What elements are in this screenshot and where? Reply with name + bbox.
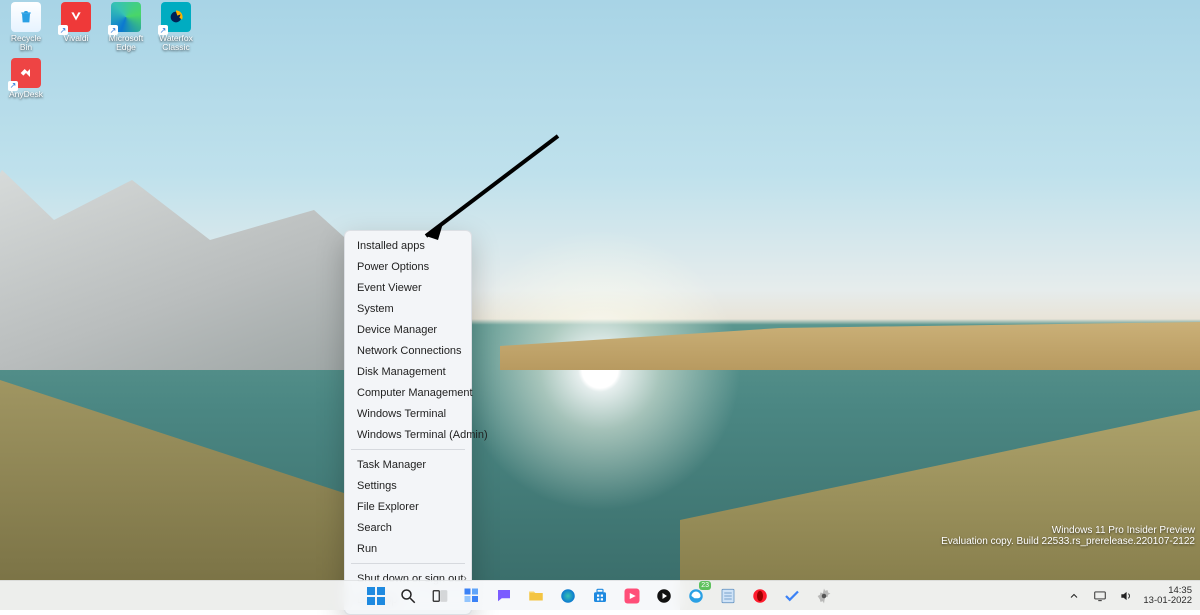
- menu-label: Power Options: [357, 261, 429, 273]
- widgets-button[interactable]: [460, 584, 484, 608]
- menu-settings[interactable]: Settings: [345, 475, 471, 496]
- clipchamp-icon: [623, 587, 641, 605]
- chat-button[interactable]: [492, 584, 516, 608]
- watermark-line2: Evaluation copy. Build 22533.rs_prerelea…: [941, 536, 1195, 547]
- chat-icon: [495, 587, 513, 605]
- anydesk-icon[interactable]: ↗ AnyDesk: [4, 58, 48, 99]
- todo-button[interactable]: [780, 584, 804, 608]
- desktop-icons: Recycle Bin ↗ AnyDesk ↗ Vivaldi ↗ Micros…: [4, 2, 198, 99]
- menu-event-viewer[interactable]: Event Viewer: [345, 277, 471, 298]
- menu-file-explorer[interactable]: File Explorer: [345, 496, 471, 517]
- menu-label: Disk Management: [357, 366, 446, 378]
- start-button[interactable]: [364, 584, 388, 608]
- watermark-line1: Windows 11 Pro Insider Preview: [941, 525, 1195, 536]
- menu-system[interactable]: System: [345, 298, 471, 319]
- menu-label: Computer Management: [357, 387, 473, 399]
- tray-volume-button[interactable]: [1117, 587, 1135, 605]
- menu-label: Search: [357, 522, 392, 534]
- anydesk-label: AnyDesk: [9, 90, 43, 99]
- tray-network-button[interactable]: [1091, 587, 1109, 605]
- vivaldi-glyph-icon: [69, 10, 83, 24]
- menu-label: Device Manager: [357, 324, 437, 336]
- menu-device-manager[interactable]: Device Manager: [345, 319, 471, 340]
- menu-label: Run: [357, 543, 377, 555]
- windows-watermark: Windows 11 Pro Insider Preview Evaluatio…: [941, 525, 1195, 547]
- menu-label: Windows Terminal: [357, 408, 446, 420]
- winx-context-menu: Installed apps Power Options Event Viewe…: [344, 230, 472, 615]
- play-circle-icon: [655, 587, 673, 605]
- vivaldi-icon[interactable]: ↗ Vivaldi: [54, 2, 98, 43]
- edge-taskbar-button[interactable]: [556, 584, 580, 608]
- taskbar-clock[interactable]: 14:35 13-01-2022: [1143, 586, 1192, 606]
- edge-badge: 23: [699, 581, 711, 590]
- task-view-icon: [431, 587, 449, 605]
- windows-logo-icon: [367, 587, 385, 605]
- menu-label: Event Viewer: [357, 282, 422, 294]
- search-button[interactable]: [396, 584, 420, 608]
- settings-button[interactable]: [812, 584, 836, 608]
- menu-network-connections[interactable]: Network Connections: [345, 340, 471, 361]
- waterfox-label: Waterfox Classic: [154, 34, 198, 52]
- waterfox-icon[interactable]: ↗ Waterfox Classic: [154, 2, 198, 52]
- taskbar: 23 14:35 13-01-2022: [0, 580, 1200, 610]
- clock-date: 13-01-2022: [1143, 596, 1192, 606]
- menu-label: Task Manager: [357, 459, 426, 471]
- store-button[interactable]: [588, 584, 612, 608]
- gear-icon: [815, 587, 833, 605]
- menu-separator: [351, 449, 465, 450]
- opera-icon: [751, 587, 769, 605]
- taskbar-center: 23: [364, 584, 836, 608]
- search-icon: [399, 587, 417, 605]
- store-icon: [591, 587, 609, 605]
- recycle-bin-label: Recycle Bin: [4, 34, 48, 52]
- menu-installed-apps[interactable]: Installed apps: [345, 235, 471, 256]
- media-player-button[interactable]: [652, 584, 676, 608]
- menu-separator: [351, 563, 465, 564]
- menu-label: System: [357, 303, 394, 315]
- desktop-wallpaper[interactable]: Recycle Bin ↗ AnyDesk ↗ Vivaldi ↗ Micros…: [0, 0, 1200, 580]
- menu-disk-management[interactable]: Disk Management: [345, 361, 471, 382]
- vivaldi-label: Vivaldi: [64, 34, 89, 43]
- anydesk-glyph-icon: [18, 65, 34, 81]
- check-icon: [783, 587, 801, 605]
- trash-icon: [18, 9, 34, 25]
- widgets-icon: [463, 587, 481, 605]
- menu-search[interactable]: Search: [345, 517, 471, 538]
- menu-label: Windows Terminal (Admin): [357, 429, 488, 441]
- tray-chevron-button[interactable]: [1065, 587, 1083, 605]
- task-view-button[interactable]: [428, 584, 452, 608]
- notepad-button[interactable]: [716, 584, 740, 608]
- clipchamp-button[interactable]: [620, 584, 644, 608]
- clock-time: 14:35: [1143, 586, 1192, 596]
- menu-label: Settings: [357, 480, 397, 492]
- menu-task-manager[interactable]: Task Manager: [345, 454, 471, 475]
- edge-label: Microsoft Edge: [104, 34, 148, 52]
- menu-windows-terminal-admin[interactable]: Windows Terminal (Admin): [345, 424, 471, 445]
- menu-label: Network Connections: [357, 345, 462, 357]
- wallpaper-shore: [500, 310, 1200, 370]
- chevron-up-icon: [1068, 590, 1080, 602]
- folder-icon: [527, 587, 545, 605]
- file-explorer-button[interactable]: [524, 584, 548, 608]
- monitor-icon: [1093, 589, 1107, 603]
- menu-label: File Explorer: [357, 501, 419, 513]
- menu-windows-terminal[interactable]: Windows Terminal: [345, 403, 471, 424]
- notepad-icon: [719, 587, 737, 605]
- menu-run[interactable]: Run: [345, 538, 471, 559]
- menu-label: Installed apps: [357, 240, 425, 252]
- edge-taskbar-icon: [559, 587, 577, 605]
- recycle-bin-icon[interactable]: Recycle Bin: [4, 2, 48, 52]
- menu-computer-management[interactable]: Computer Management: [345, 382, 471, 403]
- opera-button[interactable]: [748, 584, 772, 608]
- system-tray: 14:35 13-01-2022: [1065, 586, 1200, 606]
- edge-icon[interactable]: ↗ Microsoft Edge: [104, 2, 148, 52]
- edge-beta-button[interactable]: 23: [684, 584, 708, 608]
- menu-power-options[interactable]: Power Options: [345, 256, 471, 277]
- waterfox-glyph-icon: [168, 9, 184, 25]
- speaker-icon: [1119, 589, 1133, 603]
